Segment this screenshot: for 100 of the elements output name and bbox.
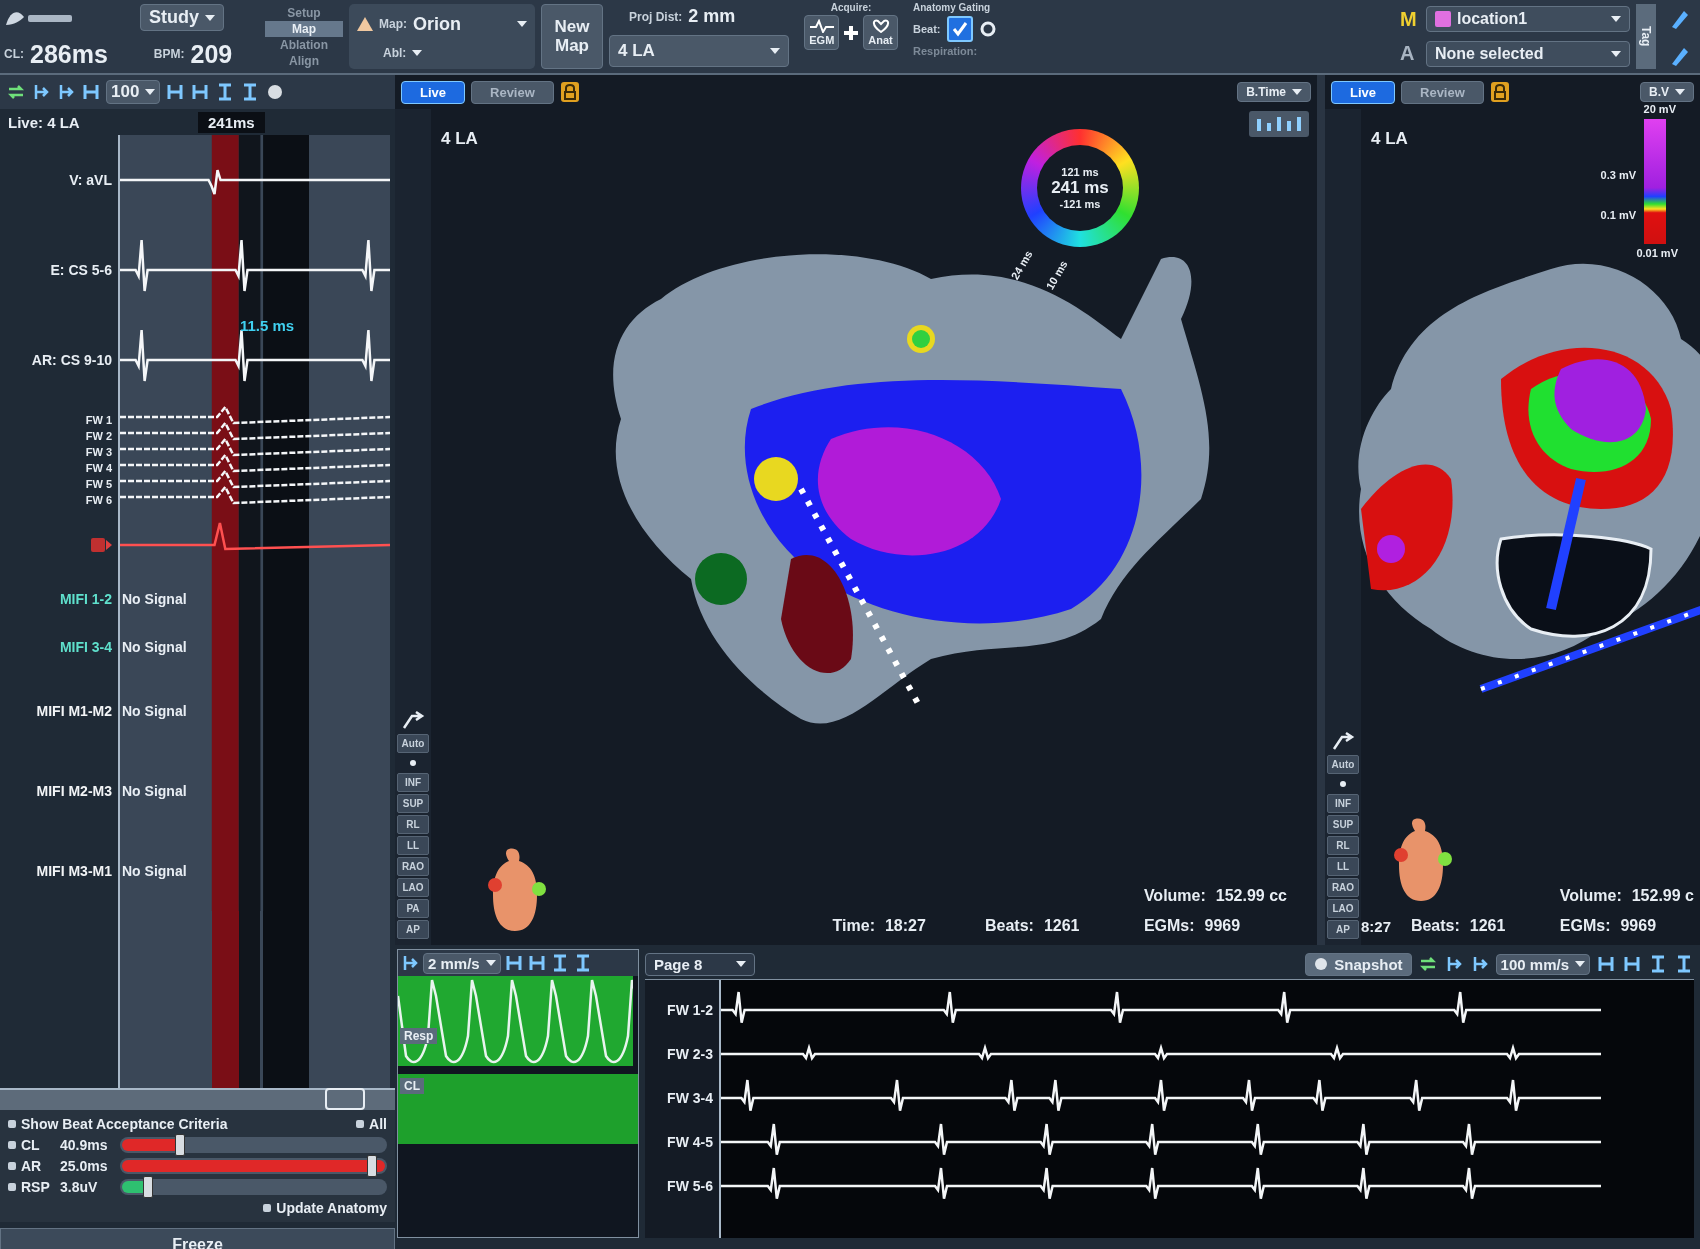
beat-checkbox[interactable] xyxy=(946,16,973,42)
channel-label: FW 1-2 xyxy=(667,1002,713,1018)
view-button[interactable]: RL xyxy=(1327,836,1359,855)
mode-tab[interactable]: Align xyxy=(265,52,343,69)
new-map-button[interactable]: New Map xyxy=(541,4,603,69)
channel-label: FW 4-5 xyxy=(667,1134,713,1150)
no-signal-text: No Signal xyxy=(122,639,187,655)
view-button[interactable]: LL xyxy=(397,836,429,855)
view-button[interactable]: LL xyxy=(1327,857,1359,876)
bracket-icon[interactable] xyxy=(165,82,186,102)
beat-acceptance-label[interactable]: Show Beat Acceptance Criteria xyxy=(21,1116,228,1132)
stat-label: Beats: xyxy=(1410,917,1460,935)
stat-label: Beats: xyxy=(984,917,1034,935)
channel-label: FW 3 xyxy=(85,445,112,460)
view-button[interactable]: LAO xyxy=(1327,899,1359,918)
channel-marker-icon xyxy=(90,537,112,553)
slider-thumb[interactable] xyxy=(142,1176,153,1198)
slider-thumb[interactable] xyxy=(366,1155,377,1177)
study-dropdown[interactable]: Study xyxy=(140,4,224,32)
all-label[interactable]: All xyxy=(369,1116,387,1132)
slider-reading: 25.0ms xyxy=(60,1158,109,1174)
view-button[interactable]: LAO xyxy=(397,878,429,897)
bracket-icon[interactable] xyxy=(1622,954,1642,974)
caret-icon xyxy=(145,89,156,95)
speed-dropdown[interactable]: 2 mm/s xyxy=(423,952,501,974)
checkbox[interactable] xyxy=(263,1204,272,1212)
map-selector[interactable]: Map: Orion Abl: xyxy=(349,4,535,69)
view-button[interactable]: SUP xyxy=(1327,815,1359,834)
map-value: Orion xyxy=(413,13,461,35)
plus-icon[interactable] xyxy=(842,23,861,42)
scale-label: 20 mV xyxy=(1643,103,1676,115)
view-button[interactable]: INF xyxy=(1327,794,1359,813)
view-button[interactable]: SUP xyxy=(397,794,429,813)
view-button[interactable]: AP xyxy=(397,920,429,939)
checkbox[interactable] xyxy=(8,1120,16,1128)
camera-icon xyxy=(1314,957,1329,971)
location-dropdown[interactable]: location1 xyxy=(1426,6,1630,33)
legend-min: -121 ms xyxy=(1059,198,1101,210)
time-value: 8:27 xyxy=(1361,918,1392,935)
lock-icon[interactable] xyxy=(1489,81,1510,103)
view-mode-tab[interactable]: Review xyxy=(1401,80,1484,104)
stat-value: 1261 xyxy=(1469,917,1507,935)
bracket-icon[interactable] xyxy=(190,82,211,102)
anatomy-dropdown[interactable]: None selected xyxy=(1426,40,1630,67)
caret-icon xyxy=(412,49,423,56)
checkbox[interactable] xyxy=(356,1120,365,1128)
caret-icon xyxy=(770,48,780,54)
view-button[interactable]: Auto xyxy=(1327,755,1359,774)
cl-value: 286ms xyxy=(30,39,108,69)
mode-tab[interactable]: Map xyxy=(265,20,343,37)
view-button[interactable]: RAO xyxy=(397,857,429,876)
view-button[interactable]: INF xyxy=(397,773,429,792)
no-signal-text: No Signal xyxy=(122,703,187,719)
tag-tab[interactable]: Tag xyxy=(1636,4,1656,69)
bracket-icon[interactable] xyxy=(81,82,101,102)
slider-label: RSP xyxy=(21,1179,51,1195)
waveform-icon xyxy=(809,19,834,33)
caret-icon xyxy=(1292,89,1302,95)
acquire-label: Acquire: xyxy=(830,2,872,13)
stat-label: EGMs: xyxy=(1559,917,1611,935)
respiration-label: Respiration: xyxy=(913,45,978,57)
channel-label: FW 2 xyxy=(85,429,112,444)
view-mode-tab[interactable]: Review xyxy=(471,80,554,104)
view-button[interactable]: Auto xyxy=(397,734,429,753)
slider-thumb[interactable] xyxy=(174,1134,185,1156)
slider-reading: 40.9ms xyxy=(60,1137,109,1153)
view-button[interactable]: PA xyxy=(397,899,429,918)
caret-icon xyxy=(1611,50,1621,57)
update-anatomy-label[interactable]: Update Anatomy xyxy=(276,1200,387,1216)
checkbox[interactable] xyxy=(8,1162,16,1170)
map-type-dropdown[interactable]: B.V xyxy=(1640,82,1694,102)
a-label: A xyxy=(1400,42,1416,66)
view-button[interactable]: AP xyxy=(1327,920,1359,939)
lock-icon[interactable] xyxy=(559,81,580,103)
checkbox[interactable] xyxy=(8,1183,16,1191)
map-dropdown[interactable]: 4 LA xyxy=(609,35,789,67)
page-dropdown[interactable]: Page 8 xyxy=(645,952,755,976)
map-type-dropdown[interactable]: B.Time xyxy=(1237,82,1311,102)
legend-current: 241 ms xyxy=(1051,178,1109,198)
channel-label: FW 4 xyxy=(85,461,112,476)
checkbox[interactable] xyxy=(8,1141,16,1149)
view-button[interactable]: RAO xyxy=(1327,878,1359,897)
view-mode-tab[interactable]: Live xyxy=(1331,80,1395,104)
anat-button[interactable]: Anat xyxy=(863,15,898,50)
zoom-dropdown[interactable]: 100 xyxy=(106,80,161,104)
abl-label: Abl: xyxy=(383,45,407,60)
mode-tab[interactable]: Setup xyxy=(265,4,343,21)
bar-chart-icon[interactable] xyxy=(1249,111,1309,137)
view-mode-tab[interactable]: Live xyxy=(401,80,465,104)
snapshot-button[interactable]: Snapshot xyxy=(1305,952,1412,976)
slider-label: AR xyxy=(21,1158,43,1174)
bracket-icon[interactable] xyxy=(1596,954,1616,974)
speed-dropdown[interactable]: 100 mm/s xyxy=(1495,953,1590,975)
scale-label: 0.3 mV xyxy=(1600,169,1636,181)
proj-dist-label: Proj Dist: xyxy=(629,9,683,24)
ring-icon[interactable] xyxy=(978,20,997,38)
view-button[interactable]: RL xyxy=(397,815,429,834)
egm-button[interactable]: EGM xyxy=(804,15,840,50)
mode-tab[interactable]: Ablation xyxy=(265,36,343,53)
bpm-value: 209 xyxy=(190,39,233,69)
